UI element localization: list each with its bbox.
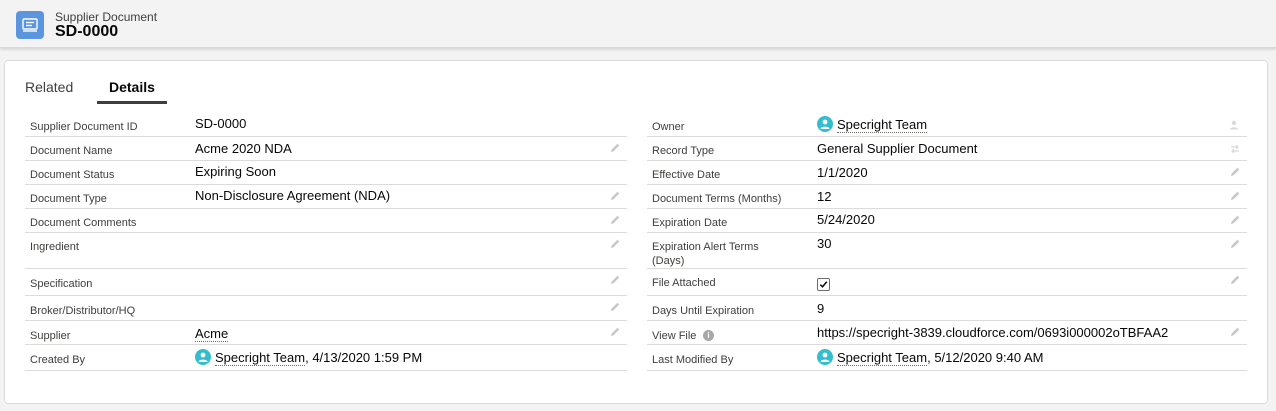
field-label: Supplier bbox=[30, 330, 71, 342]
last-modified-user-link[interactable]: Specright Team bbox=[837, 350, 928, 366]
field-value: 1/1/2020 bbox=[817, 165, 868, 180]
field-document-status: Document Status Expiring Soon bbox=[25, 161, 627, 185]
field-label: Document Terms (Months) bbox=[652, 193, 782, 205]
field-owner: Owner Specright Team bbox=[647, 113, 1247, 137]
field-value: Acme 2020 NDA bbox=[195, 141, 292, 156]
details-card: Related Details Supplier Document ID SD-… bbox=[4, 60, 1268, 404]
field-label: View File bbox=[652, 330, 697, 342]
edit-pencil-icon[interactable] bbox=[609, 214, 621, 226]
field-effective-date: Effective Date 1/1/2020 bbox=[647, 161, 1247, 185]
field-value: General Supplier Document bbox=[817, 141, 978, 156]
field-days-until-expiration: Days Until Expiration 9 bbox=[647, 296, 1247, 321]
tab-related[interactable]: Related bbox=[25, 79, 73, 95]
created-date: , 4/13/2020 1:59 PM bbox=[305, 350, 423, 365]
edit-pencil-icon[interactable] bbox=[1229, 274, 1241, 286]
record-header: Supplier Document SD-0000 bbox=[0, 0, 1276, 48]
field-label: Expiration Date bbox=[652, 217, 728, 229]
field-label: Effective Date bbox=[652, 169, 721, 181]
field-label-line1: Expiration Alert Terms bbox=[652, 241, 759, 253]
field-last-modified-by: Last Modified By Specright Team, 5/12/20… bbox=[647, 345, 1247, 371]
field-file-attached: File Attached bbox=[647, 269, 1247, 296]
field-label-line2: (Days) bbox=[652, 255, 685, 267]
edit-pencil-icon[interactable] bbox=[609, 274, 621, 286]
tab-bar: Related Details bbox=[5, 61, 1267, 105]
field-label: Owner bbox=[652, 121, 685, 133]
created-by-user-link[interactable]: Specright Team bbox=[215, 350, 306, 366]
field-value: 30 bbox=[817, 236, 832, 251]
field-ingredient: Ingredient bbox=[25, 233, 627, 269]
field-label: Ingredient bbox=[30, 241, 79, 253]
field-document-type: Document Type Non-Disclosure Agreement (… bbox=[25, 185, 627, 209]
field-expiration-date: Expiration Date 5/24/2020 bbox=[647, 209, 1247, 233]
last-modified-date: , 5/12/2020 9:40 AM bbox=[927, 350, 1044, 365]
field-value: https://specright-3839.cloudforce.com/06… bbox=[817, 325, 1169, 340]
edit-pencil-icon[interactable] bbox=[1229, 326, 1241, 338]
active-tab-indicator bbox=[97, 101, 167, 104]
user-avatar-icon bbox=[195, 349, 211, 365]
field-specification: Specification bbox=[25, 269, 627, 296]
supplier-link[interactable]: Acme bbox=[195, 326, 229, 342]
field-value: 12 bbox=[817, 189, 832, 204]
field-value: Non-Disclosure Agreement (NDA) bbox=[195, 188, 391, 203]
field-label: Document Type bbox=[30, 193, 107, 205]
tab-details[interactable]: Details bbox=[109, 79, 155, 95]
field-expiration-alert-terms: Expiration Alert Terms (Days) 30 bbox=[647, 233, 1247, 269]
field-label: Document Comments bbox=[30, 217, 137, 229]
field-label: Days Until Expiration bbox=[652, 305, 755, 317]
edit-pencil-icon[interactable] bbox=[609, 326, 621, 338]
field-document-name: Document Name Acme 2020 NDA bbox=[25, 137, 627, 161]
field-label: Expiration Alert Terms (Days) bbox=[652, 240, 759, 268]
file-attached-checkbox bbox=[817, 278, 830, 291]
field-supplier-document-id: Supplier Document ID SD-0000 bbox=[25, 113, 627, 137]
field-label: Specification bbox=[30, 278, 93, 290]
field-supplier: Supplier Acme bbox=[25, 321, 627, 345]
edit-pencil-icon[interactable] bbox=[609, 301, 621, 313]
change-owner-icon[interactable] bbox=[1229, 119, 1241, 131]
field-broker-distributor-hq: Broker/Distributor/HQ bbox=[25, 296, 627, 321]
field-document-terms: Document Terms (Months) 12 bbox=[647, 185, 1247, 209]
field-record-type: Record Type General Supplier Document bbox=[647, 137, 1247, 161]
field-created-by: Created By Specright Team, 4/13/2020 1:5… bbox=[25, 345, 627, 371]
field-label: Document Status bbox=[30, 169, 115, 181]
field-document-comments: Document Comments bbox=[25, 209, 627, 233]
field-value: Specright Team bbox=[817, 116, 928, 133]
edit-pencil-icon[interactable] bbox=[1229, 238, 1241, 250]
supplier-document-icon bbox=[16, 11, 44, 39]
record-title: SD-0000 bbox=[55, 23, 119, 40]
object-type-label: Supplier Document bbox=[55, 10, 158, 24]
field-label: Last Modified By bbox=[652, 354, 734, 366]
field-view-file: View File i https://specright-3839.cloud… bbox=[647, 321, 1247, 345]
edit-pencil-icon[interactable] bbox=[1229, 214, 1241, 226]
edit-pencil-icon[interactable] bbox=[609, 238, 621, 250]
info-icon[interactable]: i bbox=[703, 330, 714, 341]
field-label: File Attached bbox=[652, 277, 716, 289]
field-value: 5/24/2020 bbox=[817, 212, 875, 227]
field-label: Supplier Document ID bbox=[30, 121, 138, 133]
field-label: Broker/Distributor/HQ bbox=[30, 305, 136, 317]
field-label: Document Name bbox=[30, 145, 113, 157]
edit-pencil-icon[interactable] bbox=[609, 142, 621, 154]
user-avatar-icon bbox=[817, 349, 833, 365]
field-value: SD-0000 bbox=[195, 116, 247, 131]
edit-pencil-icon[interactable] bbox=[609, 190, 621, 202]
owner-user-link[interactable]: Specright Team bbox=[837, 117, 928, 133]
user-avatar-icon bbox=[817, 116, 833, 132]
field-value: 9 bbox=[817, 301, 825, 316]
field-value: Specright Team, 4/13/2020 1:59 PM bbox=[195, 349, 423, 366]
field-label: Record Type bbox=[652, 145, 715, 157]
field-value: Specright Team, 5/12/2020 9:40 AM bbox=[817, 349, 1044, 366]
edit-pencil-icon[interactable] bbox=[1229, 190, 1241, 202]
field-value: Expiring Soon bbox=[195, 164, 276, 179]
edit-pencil-icon[interactable] bbox=[1229, 166, 1241, 178]
field-label: Created By bbox=[30, 354, 86, 366]
change-record-type-icon[interactable] bbox=[1229, 143, 1241, 155]
